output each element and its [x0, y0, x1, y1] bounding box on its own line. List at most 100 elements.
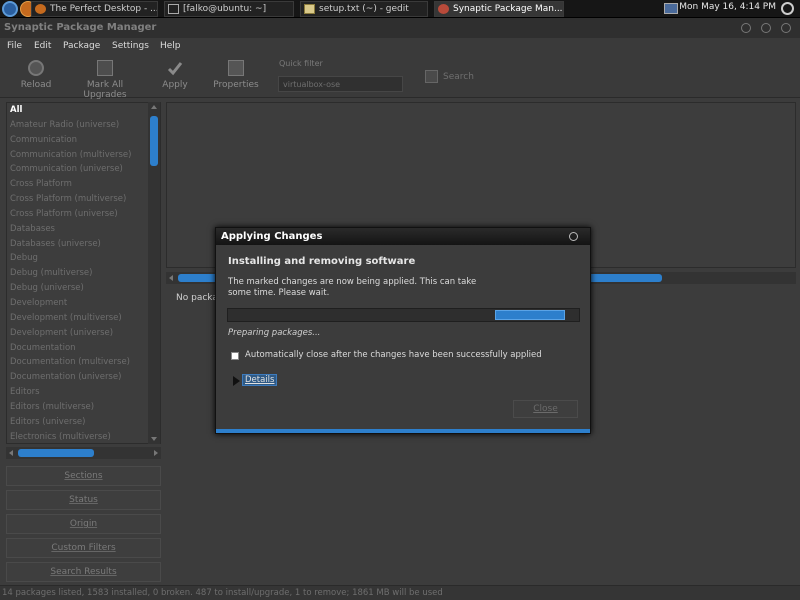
- quick-filter-input[interactable]: [278, 76, 403, 92]
- close-button[interactable]: Close: [513, 400, 578, 418]
- category-item[interactable]: Debug: [7, 251, 160, 266]
- menu-edit[interactable]: Edit: [34, 41, 51, 51]
- task-terminal[interactable]: [falko@ubuntu: ~]: [164, 1, 294, 17]
- task-gedit[interactable]: setup.txt (~) - gedit: [300, 1, 428, 17]
- progress-bar: [227, 308, 580, 322]
- category-item[interactable]: Editors (multiverse): [7, 400, 160, 415]
- category-item[interactable]: Cross Platform (multiverse): [7, 192, 160, 207]
- category-item[interactable]: Debug (multiverse): [7, 266, 160, 281]
- dialog-bottom-accent: [216, 429, 590, 433]
- category-item[interactable]: Databases (universe): [7, 237, 160, 252]
- dialog-heading: Installing and removing software: [228, 256, 416, 267]
- menu-help[interactable]: Help: [160, 41, 181, 51]
- category-item[interactable]: Cross Platform: [7, 177, 160, 192]
- task-label: The Perfect Desktop - ...: [50, 4, 158, 14]
- task-synaptic[interactable]: Synaptic Package Man...: [434, 1, 564, 17]
- mark-all-upgrades-button[interactable]: Mark All Upgrades: [64, 60, 146, 100]
- category-horizontal-scrollbar[interactable]: [6, 447, 161, 459]
- custom-filters-button[interactable]: Custom Filters: [6, 538, 161, 558]
- network-icon[interactable]: [664, 3, 678, 14]
- category-item[interactable]: Development (multiverse): [7, 311, 160, 326]
- properties-button[interactable]: Properties: [210, 60, 262, 96]
- category-item[interactable]: Documentation (universe): [7, 370, 160, 385]
- apply-label: Apply: [162, 80, 188, 90]
- task-label: [falko@ubuntu: ~]: [183, 4, 267, 14]
- dialog-close-icon[interactable]: [569, 232, 578, 241]
- category-list[interactable]: All Amateur Radio (universe) Communication…: [6, 102, 161, 444]
- menu-package[interactable]: Package: [63, 41, 100, 51]
- text-editor-icon: [304, 4, 315, 14]
- scrollbar-thumb[interactable]: [150, 116, 158, 166]
- status-button[interactable]: Status: [6, 490, 161, 510]
- category-item[interactable]: Electronics (multiverse): [7, 430, 160, 443]
- scroll-up-icon[interactable]: [151, 105, 157, 109]
- properties-icon: [228, 60, 244, 76]
- scrollbar-thumb[interactable]: [18, 449, 94, 457]
- category-vertical-scrollbar[interactable]: [148, 102, 160, 444]
- task-label: Synaptic Package Man...: [453, 4, 563, 14]
- category-item[interactable]: Communication: [7, 133, 160, 148]
- properties-label: Properties: [213, 80, 259, 90]
- search-icon: [425, 70, 438, 83]
- quick-filter-label: Quick filter: [279, 59, 323, 68]
- category-item[interactable]: Development: [7, 296, 160, 311]
- category-item[interactable]: Communication (multiverse): [7, 148, 160, 163]
- dialog-message: The marked changes are now being applied…: [228, 277, 477, 298]
- synaptic-icon: [438, 4, 449, 14]
- toolbar: Reload Mark All Upgrades Apply Propertie…: [0, 54, 800, 100]
- mark-all-label: Mark All Upgrades: [83, 80, 127, 100]
- scroll-left-icon[interactable]: [169, 275, 173, 281]
- category-item[interactable]: Development (universe): [7, 326, 160, 341]
- details-expander[interactable]: Details: [242, 374, 278, 386]
- window-title: Synaptic Package Manager: [4, 22, 157, 33]
- auto-close-label[interactable]: Automatically close after the changes ha…: [245, 350, 542, 360]
- category-item[interactable]: Debug (universe): [7, 281, 160, 296]
- expander-arrow-icon[interactable]: [233, 376, 240, 386]
- reload-icon: [28, 60, 44, 76]
- menu-file[interactable]: File: [7, 41, 22, 51]
- reload-label: Reload: [20, 80, 52, 90]
- category-item[interactable]: All: [7, 103, 160, 118]
- applying-changes-dialog: Applying Changes Installing and removing…: [215, 227, 591, 434]
- category-item[interactable]: Documentation: [7, 341, 160, 356]
- task-perfect-desktop[interactable]: The Perfect Desktop - ...: [31, 1, 158, 17]
- category-item[interactable]: Amateur Radio (universe): [7, 118, 160, 133]
- clock[interactable]: Mon May 16, 4:14 PM: [679, 2, 776, 12]
- task-label: setup.txt (~) - gedit: [319, 4, 409, 14]
- menu-settings[interactable]: Settings: [112, 41, 149, 51]
- progress-bar-pulse: [495, 310, 565, 320]
- mark-all-icon: [97, 60, 113, 76]
- ubuntu-menu-icon[interactable]: [2, 1, 18, 17]
- category-item[interactable]: Cross Platform (universe): [7, 207, 160, 222]
- firefox-icon: [35, 4, 46, 14]
- category-item[interactable]: Documentation (multiverse): [7, 355, 160, 370]
- sections-button[interactable]: Sections: [6, 466, 161, 486]
- category-item[interactable]: Databases: [7, 222, 160, 237]
- category-items: All Amateur Radio (universe) Communication…: [7, 103, 160, 443]
- dialog-titlebar: Applying Changes: [216, 228, 590, 245]
- scroll-left-icon[interactable]: [9, 450, 13, 456]
- scroll-down-icon[interactable]: [151, 437, 157, 441]
- reload-button[interactable]: Reload: [14, 60, 58, 96]
- scroll-right-icon[interactable]: [154, 450, 158, 456]
- dialog-title: Applying Changes: [221, 231, 323, 242]
- progress-status: Preparing packages...: [228, 328, 321, 338]
- terminal-icon: [168, 4, 179, 14]
- auto-close-checkbox[interactable]: [231, 352, 239, 360]
- apply-button[interactable]: Apply: [158, 60, 192, 96]
- category-item[interactable]: Editors (universe): [7, 415, 160, 430]
- search-button[interactable]: Search: [425, 70, 474, 86]
- maximize-icon[interactable]: [761, 23, 771, 33]
- category-item[interactable]: Communication (universe): [7, 162, 160, 177]
- status-text: 14 packages listed, 1583 installed, 0 br…: [2, 588, 443, 598]
- origin-button[interactable]: Origin: [6, 514, 161, 534]
- window-close-icon[interactable]: [781, 23, 791, 33]
- search-label: Search: [443, 72, 474, 82]
- search-results-button[interactable]: Search Results: [6, 562, 161, 582]
- power-icon[interactable]: [781, 2, 794, 15]
- minimize-icon[interactable]: [741, 23, 751, 33]
- category-item[interactable]: Editors: [7, 385, 160, 400]
- statusbar: 14 packages listed, 1583 installed, 0 br…: [0, 585, 800, 600]
- top-panel: The Perfect Desktop - ... [falko@ubuntu:…: [0, 0, 800, 18]
- checkmark-icon: [167, 60, 183, 76]
